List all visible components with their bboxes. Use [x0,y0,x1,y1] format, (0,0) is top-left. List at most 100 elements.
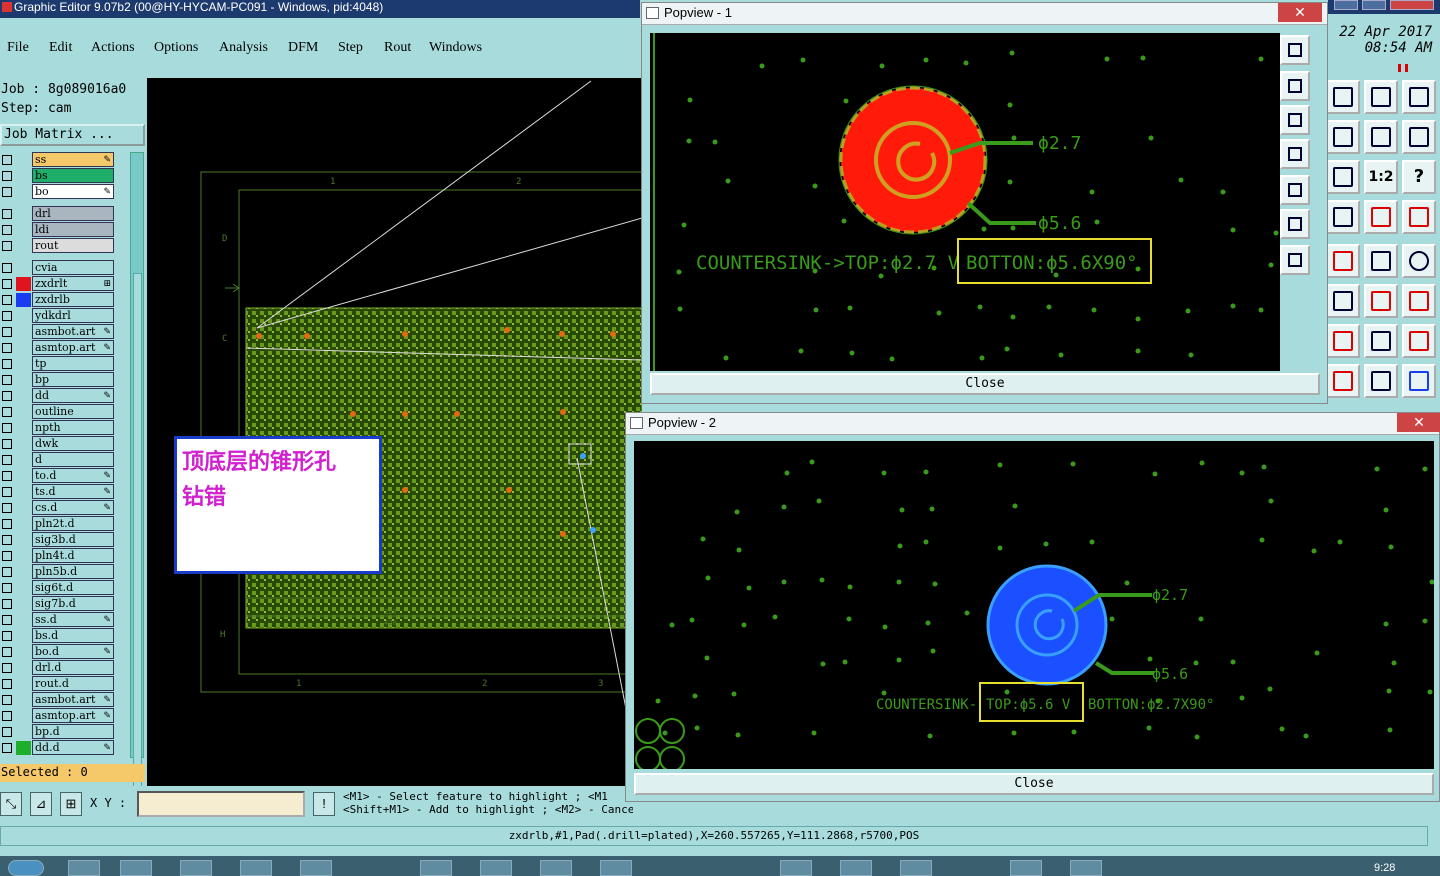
layer-checkbox[interactable] [2,503,12,513]
layer-color-swatch[interactable] [16,645,31,659]
layer-name[interactable]: dd.d ✎ [32,740,114,755]
layer-color-swatch[interactable] [16,223,31,237]
layer-name[interactable]: bs [32,168,114,183]
xy-input[interactable] [137,791,305,817]
layer-color-swatch[interactable] [16,485,31,499]
menu-edit[interactable]: Edit [49,40,72,56]
layer-name[interactable]: pln2t.d [32,516,114,531]
grid-tool-icon[interactable]: ⊞ [60,792,82,816]
layer-row[interactable]: cs.d ✎ [0,500,118,515]
tool-line-icon[interactable] [1326,364,1360,398]
side-fit-icon[interactable] [1280,209,1310,239]
tool-snap-icon[interactable] [1402,120,1436,154]
scroll-thumb[interactable] [133,273,142,843]
layer-name[interactable]: cs.d ✎ [32,500,114,515]
layer-row[interactable]: ts.d ✎ [0,484,118,499]
layer-row[interactable]: tp [0,356,118,371]
layer-row[interactable]: cvia [0,260,118,275]
taskbar-app-5-icon[interactable] [300,860,332,876]
layer-color-swatch[interactable] [16,405,31,419]
layer-row[interactable]: bo ✎ [0,184,118,199]
maximize-button[interactable] [1362,0,1386,10]
layer-color-swatch[interactable] [16,629,31,643]
layer-name[interactable]: ydkdrl [32,308,114,323]
layer-checkbox[interactable] [2,631,12,641]
layer-color-swatch[interactable] [16,341,31,355]
layer-color-swatch[interactable] [16,153,31,167]
tool-drill-red-icon[interactable] [1364,200,1398,234]
tool-scale-icon[interactable]: 1:2 [1364,160,1398,194]
tool-connect-icon[interactable] [1364,284,1398,318]
menu-rout[interactable]: Rout [384,40,411,56]
layer-row[interactable]: sig6t.d [0,580,118,595]
layer-checkbox[interactable] [2,359,12,369]
tool-home-icon[interactable] [1364,80,1398,114]
layer-name[interactable]: to.d ✎ [32,468,114,483]
taskbar-app-10-icon[interactable] [780,860,812,876]
layer-checkbox[interactable] [2,535,12,545]
layer-color-swatch[interactable] [16,517,31,531]
tool-window-icon[interactable] [1402,80,1436,114]
taskbar-app-3-icon[interactable] [180,860,212,876]
layer-row[interactable]: ldi [0,222,118,237]
layer-row[interactable]: dwk [0,436,118,451]
layer-row[interactable]: pln2t.d [0,516,118,531]
tool-pan-icon[interactable] [1326,120,1360,154]
layer-name[interactable]: ss ✎ [32,152,114,167]
layer-name[interactable]: bo ✎ [32,184,114,199]
layer-checkbox[interactable] [2,187,12,197]
measure-tool-icon[interactable]: ⊿ [30,792,52,816]
layer-row[interactable]: npth [0,420,118,435]
layer-row[interactable]: drl [0,206,118,221]
layer-checkbox[interactable] [2,663,12,673]
layer-name[interactable]: bp.d [32,724,114,739]
menu-options[interactable]: Options [154,40,198,56]
tool-link-icon[interactable] [1402,284,1436,318]
tool-cut-icon[interactable] [1326,284,1360,318]
popview-2-close-x[interactable]: ✕ [1397,413,1440,432]
layer-checkbox[interactable] [2,407,12,417]
side-right-icon[interactable] [1280,175,1310,205]
layer-color-swatch[interactable] [16,207,31,221]
tool-edit-icon[interactable] [1326,244,1360,278]
layer-checkbox[interactable] [2,647,12,657]
layer-checkbox[interactable] [2,263,12,273]
layer-color-swatch[interactable] [16,661,31,675]
tool-help-icon[interactable]: ? [1402,160,1436,194]
layer-name[interactable]: asmtop.art ✎ [32,340,114,355]
layer-checkbox[interactable] [2,311,12,321]
layer-row[interactable]: dd.d ✎ [0,740,118,755]
layer-color-swatch[interactable] [16,693,31,707]
layer-name[interactable]: drl [32,206,114,221]
layer-name[interactable]: asmbot.art ✎ [32,692,114,707]
layer-color-swatch[interactable] [16,709,31,723]
tool-layer-icon[interactable] [1326,160,1360,194]
tool-circle-icon[interactable] [1402,244,1436,278]
layer-color-swatch[interactable] [16,309,31,323]
layer-name[interactable]: d [32,452,114,467]
taskbar-app-9-icon[interactable] [600,860,632,876]
layer-name[interactable]: zxdrlb [32,292,114,307]
tool-drill-icon[interactable] [1326,200,1360,234]
popview-2-screen[interactable]: ϕ2.7 ϕ5.6 COUNTERSINK- TOP:ϕ5.6 V BOTTON… [634,441,1434,769]
alert-icon[interactable]: ! [313,792,335,816]
layer-name[interactable]: bs.d [32,628,114,643]
layer-name[interactable]: sig7b.d [32,596,114,611]
layer-name[interactable]: asmtop.art ✎ [32,708,114,723]
layer-row[interactable]: asmtop.art ✎ [0,340,118,355]
layer-checkbox[interactable] [2,615,12,625]
layer-row[interactable]: asmbot.art ✎ [0,324,118,339]
taskbar-app-4-icon[interactable] [240,860,272,876]
popview-2-close-button[interactable]: Close [634,773,1434,795]
layer-row[interactable]: bp [0,372,118,387]
layer-color-swatch[interactable] [16,261,31,275]
layer-name[interactable]: sig3b.d [32,532,114,547]
taskbar-app-2-icon[interactable] [120,860,152,876]
layer-checkbox[interactable] [2,295,12,305]
side-down-icon[interactable] [1280,105,1310,135]
layer-checkbox[interactable] [2,225,12,235]
layer-row[interactable]: d [0,452,118,467]
layer-row[interactable]: pln5b.d [0,564,118,579]
taskbar-app-6-icon[interactable] [420,860,452,876]
layer-scrollbar[interactable] [130,152,144,843]
